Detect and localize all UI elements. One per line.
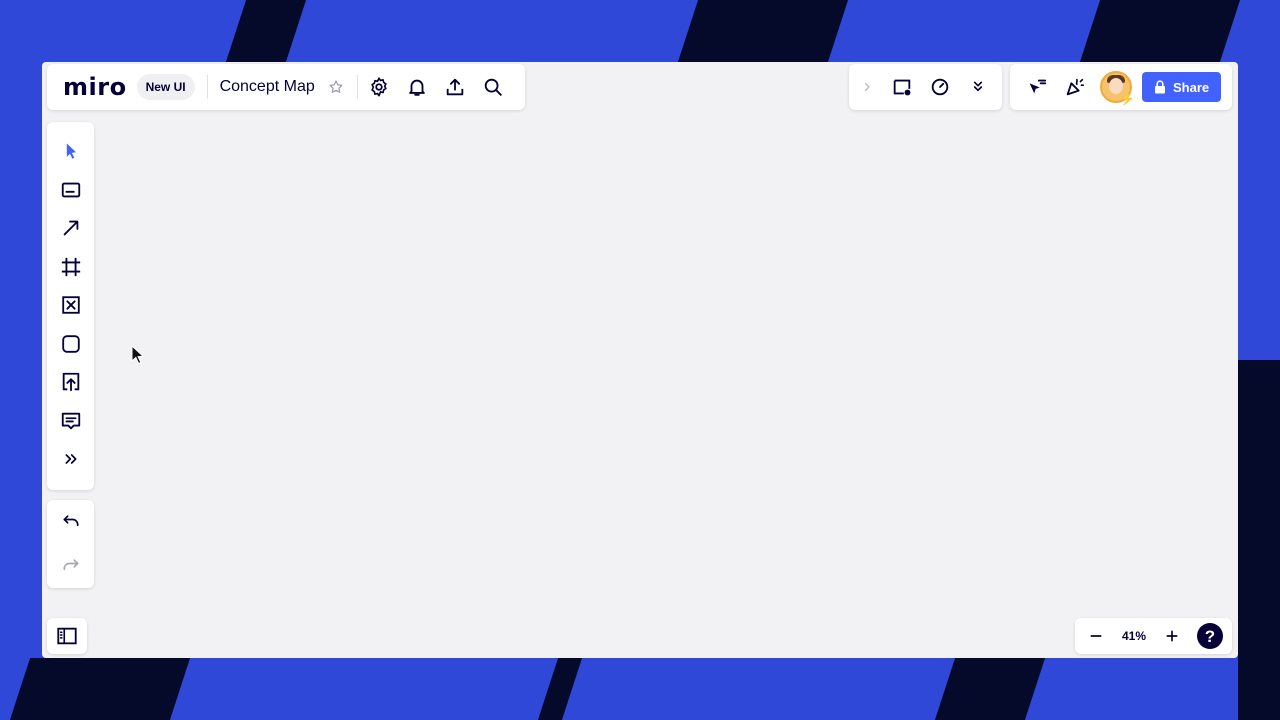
board-title[interactable]: Concept Map [220, 78, 315, 96]
arrow-line-icon[interactable] [54, 211, 88, 245]
sticky-cross-icon[interactable] [54, 288, 88, 322]
select-cursor-icon[interactable] [54, 134, 88, 168]
zoom-out-icon[interactable] [1079, 619, 1113, 653]
creation-toolbar [47, 122, 94, 490]
shape-icon[interactable] [54, 327, 88, 361]
more-tools-icon[interactable] [54, 442, 88, 476]
redo-icon[interactable] [54, 549, 88, 583]
settings-icon[interactable] [362, 70, 396, 104]
upload-icon[interactable] [54, 365, 88, 399]
background-stripe [225, 0, 307, 62]
share-panel: ⚡ Share [1010, 64, 1232, 110]
double-chevron-down-icon[interactable] [961, 70, 995, 104]
bell-icon[interactable] [400, 70, 434, 104]
mouse-cursor-icon [131, 345, 145, 365]
lightning-icon: ⚡ [1120, 92, 1135, 106]
undo-icon[interactable] [54, 505, 88, 539]
timer-icon[interactable] [923, 70, 957, 104]
collaboration-tools-panel [849, 64, 1002, 110]
share-button[interactable]: Share [1142, 72, 1222, 102]
svg-text:?: ? [1205, 627, 1215, 646]
side-panel-toggle [47, 618, 87, 654]
background-stripe [934, 658, 1046, 720]
share-button-label: Share [1173, 79, 1210, 95]
comment-icon[interactable] [54, 404, 88, 438]
cursor-filter-icon[interactable] [1020, 70, 1054, 104]
zoom-controls: 41% ? [1075, 618, 1232, 654]
background-stripe [537, 658, 583, 720]
miro-logo[interactable]: miro [63, 73, 127, 101]
text-tool-icon[interactable] [54, 173, 88, 207]
board-header-panel: miro New UI Concept Map [47, 64, 525, 110]
lock-icon [1155, 80, 1165, 94]
miro-board-window: miro New UI Concept Map ⚡ Share 41% ? [42, 62, 1238, 658]
help-icon[interactable]: ? [1193, 619, 1227, 653]
user-avatar[interactable]: ⚡ [1100, 71, 1135, 106]
new-ui-badge[interactable]: New UI [136, 74, 195, 100]
sidebar-panel-icon[interactable] [50, 619, 84, 653]
background-stripe [9, 658, 191, 720]
star-icon[interactable] [319, 70, 353, 104]
background-stripe [677, 0, 849, 62]
celebrate-icon[interactable] [1058, 70, 1092, 104]
frame-icon[interactable] [54, 250, 88, 284]
chevron-right-icon[interactable] [855, 70, 879, 104]
zoom-level[interactable]: 41% [1113, 629, 1155, 643]
background-stripe [1079, 0, 1241, 62]
zoom-in-icon[interactable] [1155, 619, 1189, 653]
header-divider [356, 75, 358, 99]
search-icon[interactable] [476, 70, 510, 104]
header-divider [206, 75, 208, 99]
undo-redo-panel [47, 500, 94, 588]
export-icon[interactable] [438, 70, 472, 104]
frame-presentation-icon[interactable] [885, 70, 919, 104]
background-stripe [1238, 360, 1280, 720]
